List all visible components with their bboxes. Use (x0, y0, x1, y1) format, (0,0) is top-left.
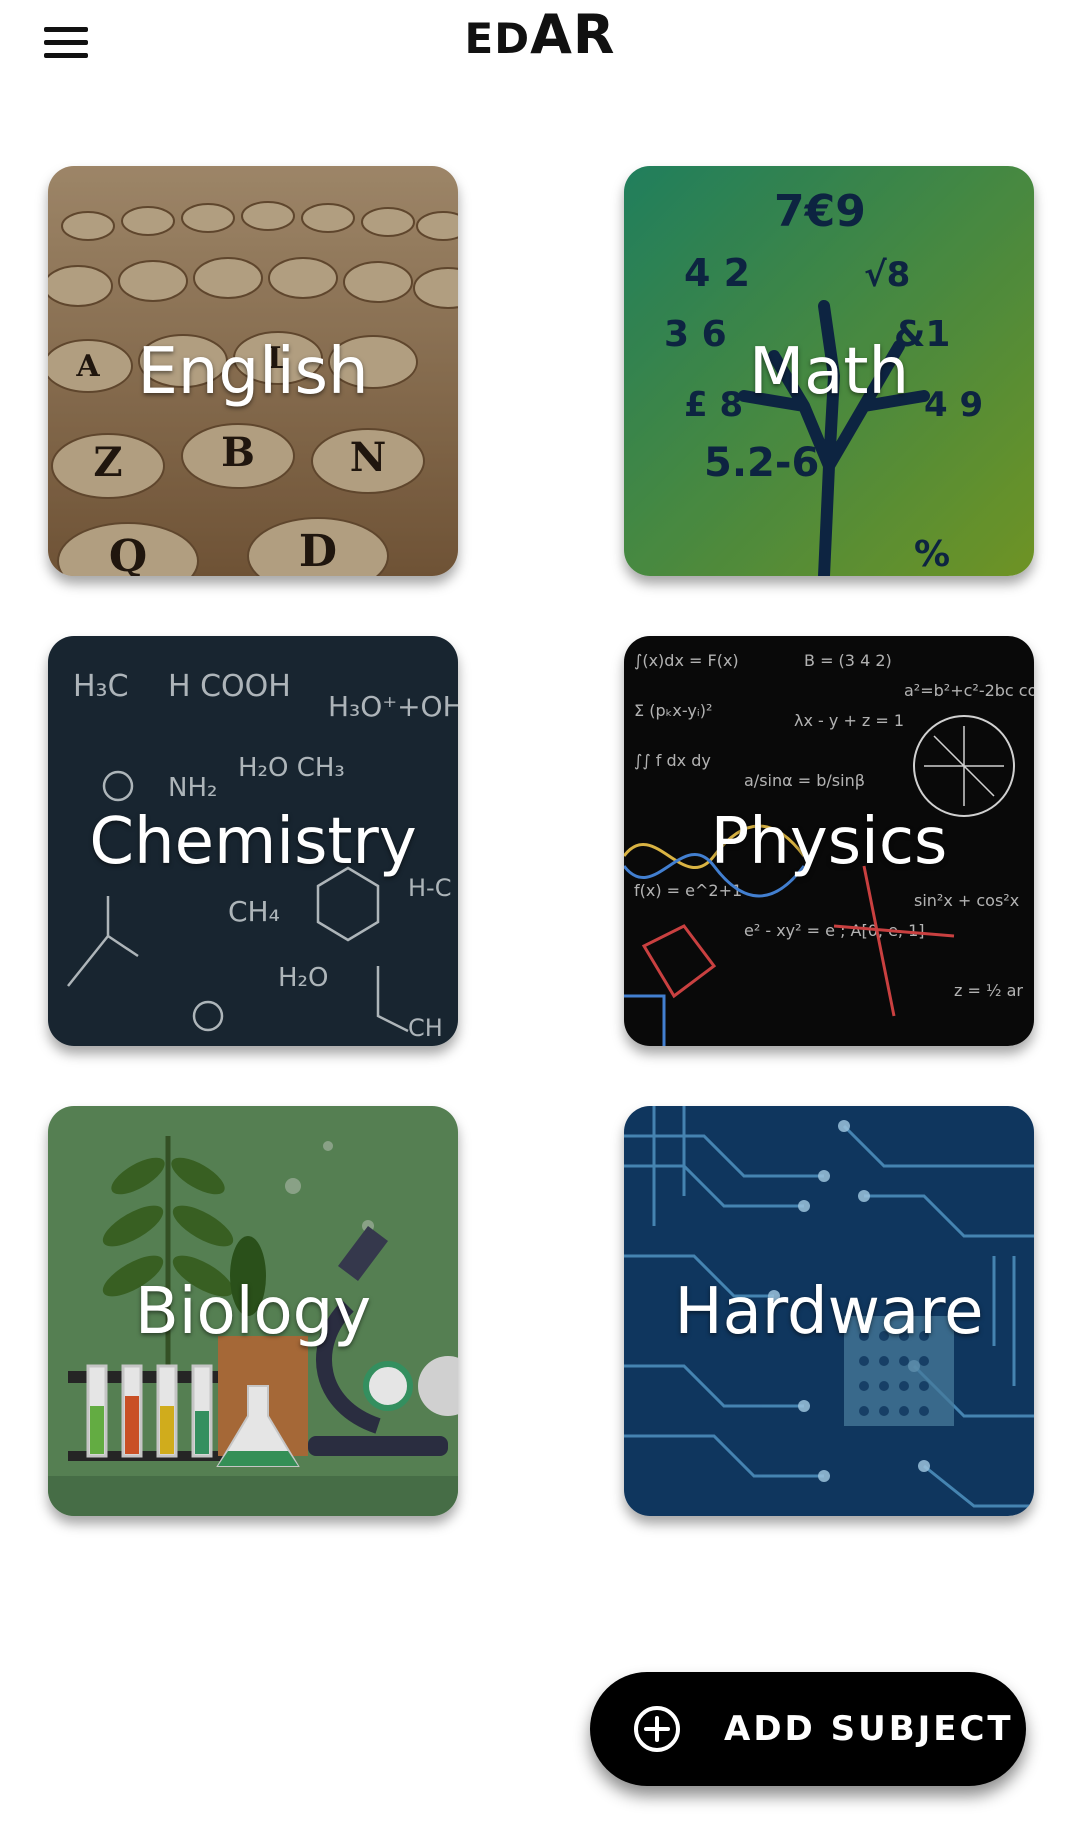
subject-label: English (137, 335, 369, 409)
subject-label: Chemistry (89, 805, 417, 879)
subject-label: Physics (710, 805, 948, 879)
app-title: EDAR (0, 8, 1080, 62)
subject-card-math[interactable]: 7€9 4 2 √8 3 6 &1 £ 8 4 9 5.2-6 % Math (624, 166, 1034, 576)
subject-card-biology[interactable]: Biology (48, 1106, 458, 1516)
app-title-suffix: AR (530, 3, 616, 66)
subject-label: Hardware (674, 1275, 984, 1349)
add-subject-button[interactable]: ADD SUBJECT (590, 1672, 1026, 1786)
subject-card-chemistry[interactable]: H₃C H COOH H₃O⁺+OH⁻ H₂O CH₃ NH₂ CH₄ H₂O … (48, 636, 458, 1046)
add-subject-label: ADD SUBJECT (724, 1709, 1014, 1749)
subject-card-physics[interactable]: ∫(x)dx = F(x) B = (3 4 2) a²=b²+c²-2bc c… (624, 636, 1034, 1046)
add-circle-icon (634, 1706, 680, 1752)
app-title-prefix: ED (464, 14, 531, 63)
top-app-bar: EDAR (0, 0, 1080, 90)
subject-card-english[interactable]: B N Z Q D L A English (48, 166, 458, 576)
subject-label: Biology (134, 1275, 372, 1349)
subject-label: Math (748, 335, 910, 409)
app-screen: EDAR B N Z Q D L A English 7€9 4 2 √8 3 … (0, 0, 1080, 1838)
subject-card-hardware[interactable]: Hardware (624, 1106, 1034, 1516)
